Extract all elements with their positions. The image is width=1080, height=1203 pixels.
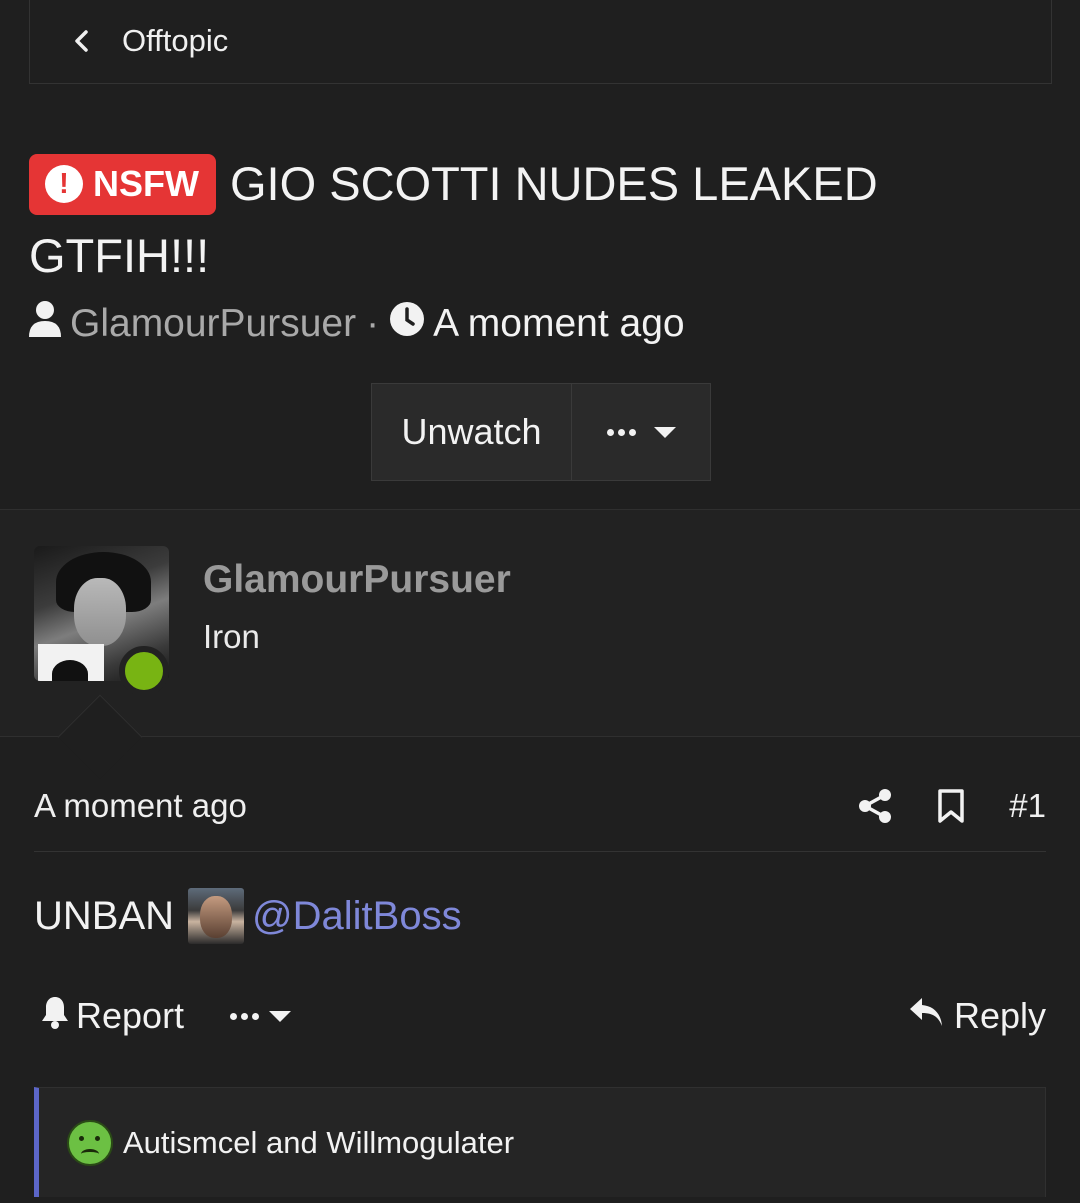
breadcrumb-label: Offtopic bbox=[122, 22, 229, 58]
unwatch-button[interactable]: Unwatch bbox=[372, 384, 572, 480]
caret-down-icon bbox=[653, 426, 676, 438]
reply-button[interactable]: Reply bbox=[908, 995, 1046, 1037]
report-label: Report bbox=[76, 995, 185, 1036]
post-more-menu-button[interactable] bbox=[230, 1010, 292, 1022]
thread-time: A moment ago bbox=[433, 302, 685, 345]
reactions-text: Autismcel and Willmogulater bbox=[123, 1124, 515, 1160]
share-icon[interactable] bbox=[855, 786, 895, 826]
more-dots-icon bbox=[606, 428, 636, 436]
clock-icon bbox=[389, 301, 425, 347]
thread-title-block: ! NSFW GIO SCOTTI NUDES LEAKED GTFIH!!! bbox=[29, 148, 1049, 292]
breadcrumb[interactable]: Offtopic bbox=[29, 0, 1052, 84]
online-status-indicator bbox=[119, 646, 169, 696]
caret-down-icon bbox=[269, 1010, 292, 1022]
meta-separator: · bbox=[366, 302, 380, 345]
post-username[interactable]: GlamourPursuer bbox=[203, 558, 511, 602]
post-actions-bar: Report Reply bbox=[40, 990, 1046, 1042]
post-text: UNBAN bbox=[34, 893, 175, 938]
report-button[interactable]: Report bbox=[40, 995, 184, 1038]
chevron-left-icon bbox=[72, 29, 94, 52]
user-rank: Iron bbox=[203, 618, 260, 655]
reactions-bar[interactable]: Autismcel and Willmogulater bbox=[34, 1087, 1046, 1197]
exclamation-icon: ! bbox=[45, 165, 83, 203]
reply-arrow-icon bbox=[908, 995, 944, 1037]
post-meta-bar: A moment ago #1 bbox=[34, 760, 1046, 852]
nsfw-badge-label: NSFW bbox=[93, 163, 199, 204]
thread-author-link[interactable]: GlamourPursuer bbox=[70, 302, 356, 346]
thread-more-menu-button[interactable] bbox=[572, 384, 710, 480]
post-number-link[interactable]: #1 bbox=[1009, 787, 1046, 825]
post-user-panel: GlamourPursuer Iron bbox=[0, 509, 1080, 780]
bookmark-icon[interactable] bbox=[931, 786, 971, 826]
watch-button-group: Unwatch bbox=[371, 383, 711, 481]
thread-meta: GlamourPursuer · A moment ago bbox=[28, 300, 685, 348]
more-dots-icon bbox=[230, 1012, 260, 1020]
reply-label: Reply bbox=[953, 995, 1046, 1036]
nsfw-badge: ! NSFW bbox=[29, 153, 216, 215]
mention-avatar bbox=[188, 888, 245, 944]
user-mention-link[interactable]: @DalitBoss bbox=[252, 894, 462, 939]
post-content: UNBAN @DalitBoss bbox=[34, 888, 462, 944]
sick-face-reaction-icon bbox=[67, 1119, 113, 1166]
post-time: A moment ago bbox=[34, 786, 247, 824]
user-icon bbox=[28, 300, 62, 348]
bell-icon bbox=[40, 995, 70, 1038]
